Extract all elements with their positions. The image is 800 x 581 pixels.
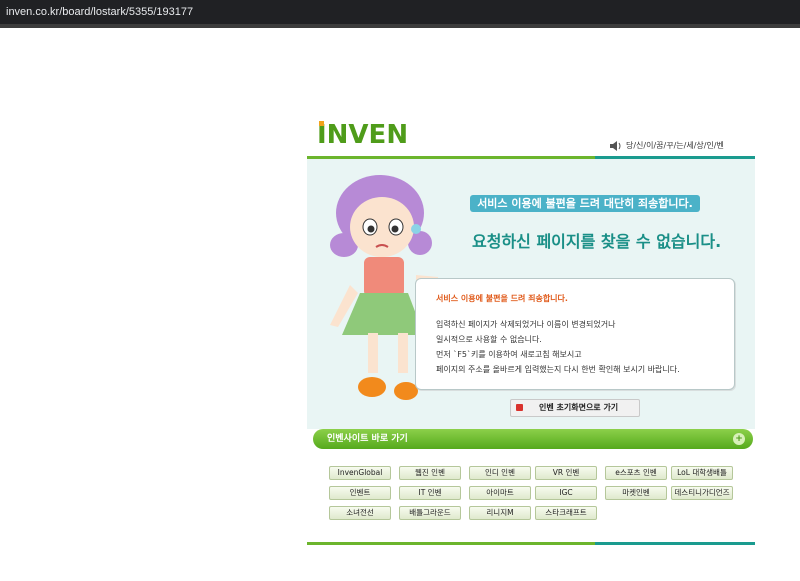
go-home-button[interactable]: 인벤 초기화면으로 가기	[510, 399, 640, 417]
bubble-title: 서비스 이용에 불편을 드려 죄송합니다.	[436, 294, 568, 303]
bubble-line: 페이지의 주소를 올바르게 입력했는지 다시 한번 확인해 보시기 바랍니다.	[436, 365, 680, 374]
bubble-line: 입력하신 페이지가 삭제되었거나 이름이 변경되었거나	[436, 320, 616, 329]
logo-dot	[319, 121, 324, 126]
inven-logo[interactable]: INVEN	[317, 120, 408, 150]
speaker-icon	[610, 140, 621, 151]
site-link[interactable]: 웹진 인벤	[399, 466, 461, 480]
quick-links-header: 인벤사이트 바로 가기 +	[313, 429, 753, 449]
site-link[interactable]: 인벤트	[329, 486, 391, 500]
bubble-line: 일시적으로 사용할 수 없습니다.	[436, 335, 542, 344]
site-link[interactable]: VR 인벤	[535, 466, 597, 480]
site-link[interactable]: InvenGlobal	[329, 466, 391, 480]
site-link[interactable]: 소녀전선	[329, 506, 391, 520]
slogan-text: 당/신/이/꿈/꾸/는/세/상/인/벤	[626, 141, 724, 150]
bottom-divider-teal	[595, 542, 755, 545]
site-links-panel: InvenGlobal 웹진 인벤 인디 인벤 VR 인벤 e스포츠 인벤 Lo…	[319, 456, 743, 528]
bubble-line: 먼저 `F5`키를 이용하여 새로고침 해보시고	[436, 350, 582, 359]
apology-banner: 서비스 이용에 불편을 드려 대단히 죄송합니다.	[470, 195, 700, 212]
site-link[interactable]: IT 인벤	[399, 486, 461, 500]
slogan: 당/신/이/꿈/꾸/는/세/상/인/벤	[610, 140, 724, 151]
quick-links-title: 인벤사이트 바로 가기	[327, 434, 408, 444]
logo-text: INVEN	[317, 120, 409, 150]
site-link[interactable]: 데스티니가디언즈	[671, 486, 733, 500]
site-link[interactable]: 인디 인벤	[469, 466, 531, 480]
site-link[interactable]: LoL 대학생배틀	[671, 466, 733, 480]
bullet-icon	[516, 404, 523, 411]
site-link[interactable]: IGC	[535, 486, 597, 500]
go-home-label: 인벤 초기화면으로 가기	[539, 403, 619, 412]
site-link[interactable]: 스타크래프트	[535, 506, 597, 520]
url-text: inven.co.kr/board/lostark/5355/193177	[6, 6, 194, 18]
not-found-title: 요청하신 페이지를 찾을 수 없습니다.	[472, 232, 722, 251]
speech-bubble: 서비스 이용에 불편을 드려 죄송합니다. 입력하신 페이지가 삭제되었거나 이…	[415, 278, 735, 390]
site-link[interactable]: 아이마트	[469, 486, 531, 500]
site-link[interactable]: 마켓인벤	[605, 486, 667, 500]
site-link[interactable]: e스포츠 인벤	[605, 466, 667, 480]
plus-icon[interactable]: +	[733, 433, 745, 445]
toolbar-divider	[0, 24, 800, 28]
address-bar[interactable]: inven.co.kr/board/lostark/5355/193177	[0, 0, 800, 24]
site-link[interactable]: 리니지M	[469, 506, 531, 520]
site-link[interactable]: 배틀그라운드	[399, 506, 461, 520]
bottom-divider-green	[307, 542, 595, 545]
